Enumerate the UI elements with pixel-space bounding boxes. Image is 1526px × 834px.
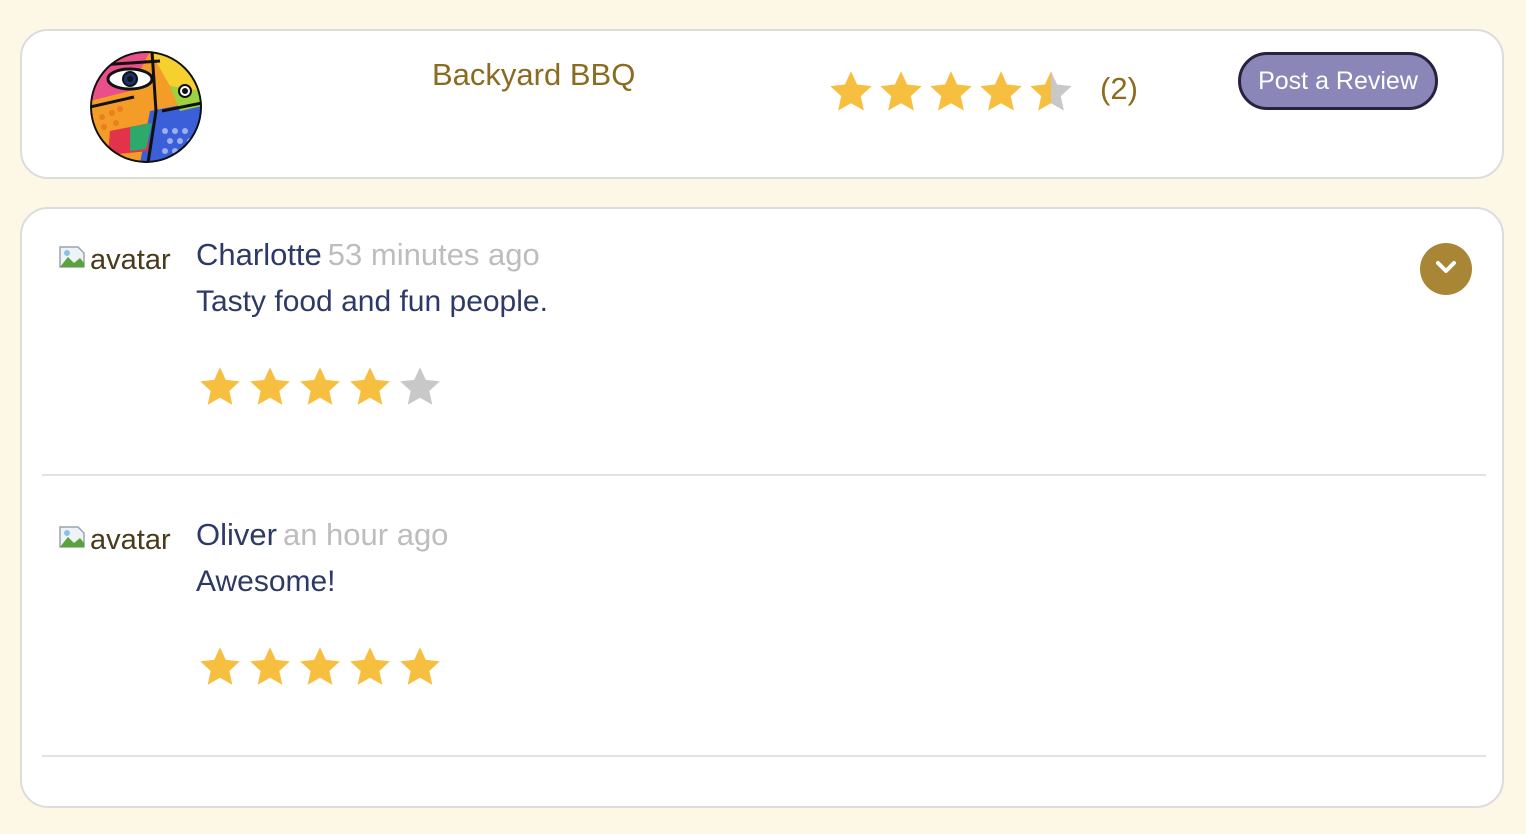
avatar: avatar [58, 237, 182, 277]
broken-image-icon [58, 243, 88, 271]
page: Backyard BBQ (2) Post a Review avatar Ch… [0, 0, 1526, 834]
star-icon [1028, 69, 1074, 115]
star-icon [398, 365, 442, 409]
post-review-button[interactable]: Post a Review [1238, 52, 1438, 110]
star-icon [348, 365, 392, 409]
reviewer-name: Charlotte [196, 237, 322, 272]
star-icon [978, 69, 1024, 115]
broken-image-icon [58, 523, 88, 551]
star-icon [298, 365, 342, 409]
review-text: Awesome! [196, 565, 336, 598]
star-icon [878, 69, 924, 115]
chevron-down-icon [1433, 254, 1459, 285]
star-icon [348, 645, 392, 689]
star-icon [248, 645, 292, 689]
business-rating-stars [828, 69, 1074, 115]
review-time: 53 minutes ago [327, 237, 540, 272]
business-name: Backyard BBQ [432, 57, 636, 92]
star-icon [398, 645, 442, 689]
reviews-list: avatar Charlotte 53 minutes ago Tasty foo… [20, 207, 1504, 808]
avatar: avatar [58, 517, 182, 557]
review-rating-stars [198, 365, 442, 409]
business-logo [90, 51, 202, 163]
reviewer-line: Charlotte 53 minutes ago [196, 237, 540, 273]
reviewer-line: Oliver an hour ago [196, 517, 448, 553]
expand-review-button[interactable] [1420, 243, 1472, 295]
avatar-alt-text: avatar [90, 244, 171, 276]
avatar-alt-text: avatar [90, 524, 171, 556]
review-text: Tasty food and fun people. [196, 285, 548, 318]
business-header-card: Backyard BBQ (2) Post a Review [20, 29, 1504, 179]
star-icon [928, 69, 974, 115]
review-rating-stars [198, 645, 442, 689]
review-time: an hour ago [282, 517, 449, 552]
star-icon [198, 365, 242, 409]
reviewer-name: Oliver [196, 517, 277, 552]
review-item: avatar Oliver an hour ago Awesome! [42, 489, 1486, 757]
star-icon [248, 365, 292, 409]
review-item: avatar Charlotte 53 minutes ago Tasty foo… [42, 209, 1486, 476]
star-icon [828, 69, 874, 115]
review-count: (2) [1100, 71, 1138, 106]
star-icon [298, 645, 342, 689]
star-icon [198, 645, 242, 689]
